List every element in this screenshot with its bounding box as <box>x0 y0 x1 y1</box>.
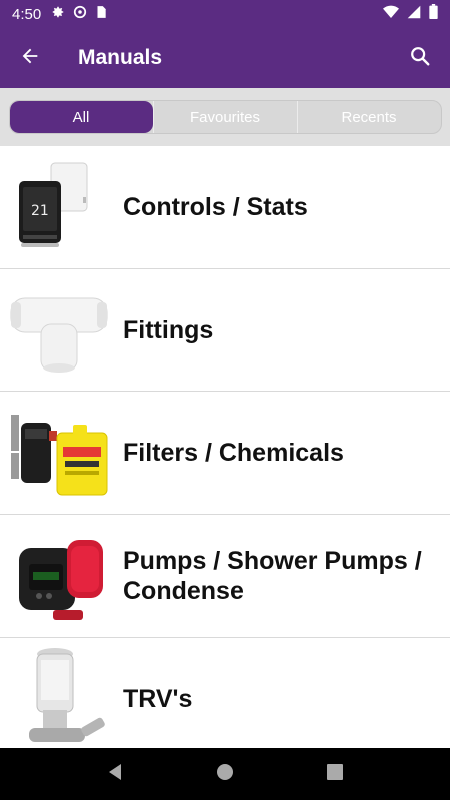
tabs-container: All Favourites Recents <box>0 88 450 146</box>
status-bar: 4:50 <box>0 0 450 28</box>
list-item-pumps[interactable]: Pumps / Shower Pumps / Condense <box>0 515 450 638</box>
nav-back-button[interactable] <box>90 754 140 794</box>
home-circle-icon <box>216 763 234 786</box>
system-nav-bar <box>0 748 450 800</box>
nav-home-button[interactable] <box>200 754 250 794</box>
wifi-icon <box>383 5 399 24</box>
list-item-filters-chemicals[interactable]: Filters / Chemicals <box>0 392 450 515</box>
gear-icon <box>51 5 65 24</box>
signal-icon <box>407 5 421 24</box>
tab-favourites[interactable]: Favourites <box>152 101 297 133</box>
page-title: Manuals <box>78 46 163 69</box>
pipe-fitting-image <box>0 275 118 385</box>
at-sign-icon <box>73 5 87 24</box>
battery-icon <box>429 4 438 24</box>
status-icons-left <box>51 5 107 24</box>
sd-card-icon <box>95 5 107 24</box>
tab-recents[interactable]: Recents <box>296 101 441 133</box>
radiator-valve-image <box>0 644 118 748</box>
search-icon <box>409 45 431 72</box>
thermostat-image: 21 <box>0 152 118 262</box>
category-label: Controls / Stats <box>123 193 308 221</box>
nav-recents-button[interactable] <box>310 754 360 794</box>
category-label: TRV's <box>123 685 193 713</box>
svg-text:21: 21 <box>31 203 49 219</box>
status-time: 4:50 <box>12 5 42 23</box>
recents-square-icon <box>327 763 343 785</box>
back-triangle-icon <box>107 763 123 786</box>
list-item-controls-stats[interactable]: 21 Controls / Stats <box>0 146 450 269</box>
category-label: Filters / Chemicals <box>123 439 344 467</box>
tab-all[interactable]: All <box>9 101 153 133</box>
list-item-trvs[interactable]: TRV's <box>0 638 450 748</box>
app-bar: Manuals <box>0 28 450 88</box>
arrow-left-icon <box>19 45 41 72</box>
list-item-fittings[interactable]: Fittings <box>0 269 450 392</box>
filter-chemical-image <box>0 398 118 508</box>
search-button[interactable] <box>390 28 450 88</box>
pump-image <box>0 521 118 631</box>
category-list: 21 Controls / Stats Fittings Filters / C… <box>0 146 450 748</box>
segmented-tabs: All Favourites Recents <box>8 100 442 134</box>
back-button[interactable] <box>0 28 60 88</box>
status-icons-right <box>383 4 438 24</box>
category-label: Fittings <box>123 316 214 344</box>
category-label: Pumps / Shower Pumps / Condense <box>123 547 422 605</box>
